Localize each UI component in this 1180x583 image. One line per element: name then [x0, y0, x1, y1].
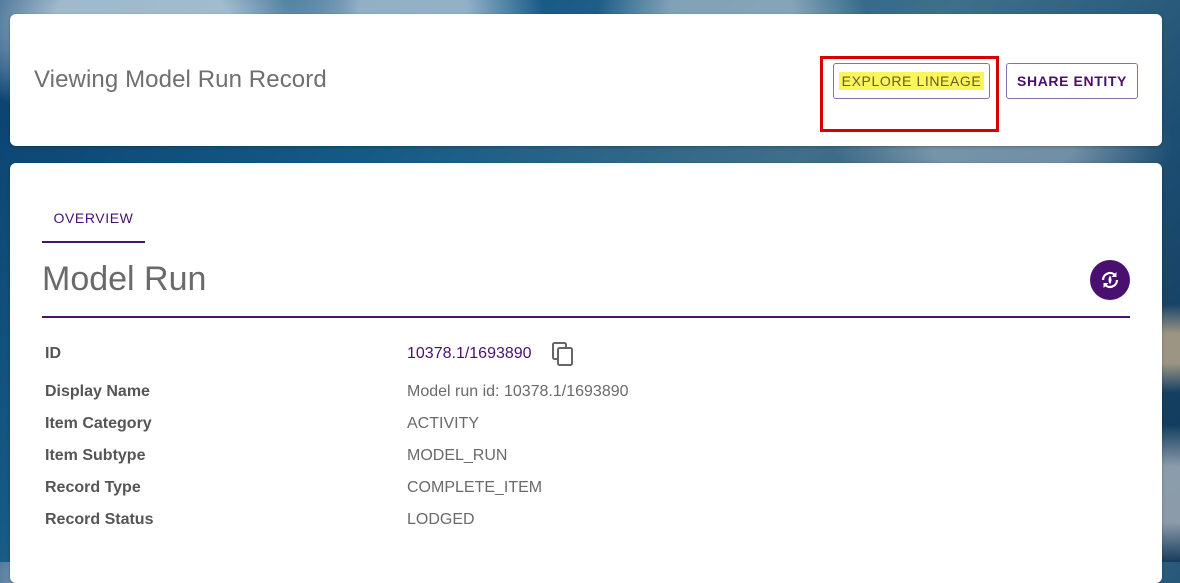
- explore-lineage-label: EXPLORE LINEAGE: [838, 72, 985, 90]
- section-divider: [42, 316, 1130, 318]
- section-title: Model Run: [42, 260, 207, 298]
- field-value: LODGED: [407, 511, 475, 528]
- page-title: Viewing Model Run Record: [34, 66, 327, 93]
- field-value: Model run id: 10378.1/1693890: [407, 383, 629, 400]
- field-label: Item Subtype: [45, 447, 146, 464]
- field-value: MODEL_RUN: [407, 447, 508, 464]
- copy-icon[interactable]: [551, 341, 575, 373]
- field-label: ID: [45, 345, 61, 362]
- explore-lineage-button[interactable]: EXPLORE LINEAGE: [833, 63, 990, 99]
- field-label: Item Category: [45, 415, 152, 432]
- field-value: COMPLETE_ITEM: [407, 479, 543, 496]
- field-label: Record Status: [45, 511, 154, 528]
- model-run-icon[interactable]: [1090, 260, 1130, 300]
- id-link[interactable]: 10378.1/1693890: [407, 344, 532, 364]
- field-value: ACTIVITY: [407, 415, 480, 432]
- main-card: OVERVIEW Model Run ID 10378.1/1693890 Di…: [10, 163, 1162, 583]
- share-entity-button[interactable]: SHARE ENTITY: [1006, 63, 1138, 99]
- field-label: Display Name: [45, 383, 150, 400]
- field-label: Record Type: [45, 479, 141, 496]
- header-card: Viewing Model Run Record EXPLORE LINEAGE…: [10, 14, 1162, 146]
- tab-overview[interactable]: OVERVIEW: [42, 195, 145, 243]
